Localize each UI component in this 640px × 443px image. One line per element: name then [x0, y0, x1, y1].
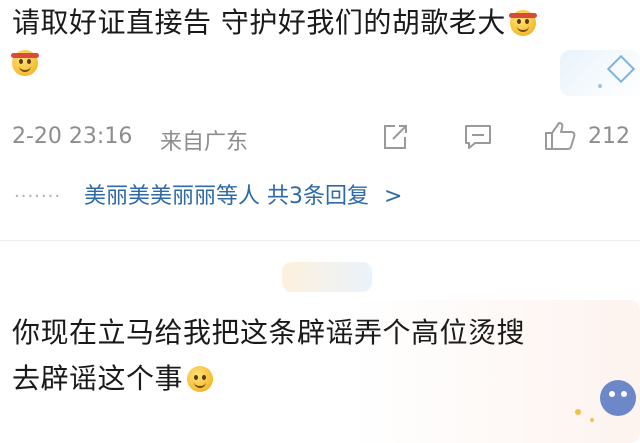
decorative-sticker	[560, 50, 640, 96]
comment-timestamp: 2-20 23:16	[12, 124, 133, 149]
comment-text-line2	[11, 50, 39, 76]
comment-text-line1: 请取好证直接告 守护好我们的胡歌老大	[12, 6, 537, 40]
replies-summary: 美丽美美丽丽等人 共3条回复	[84, 184, 369, 209]
comment2-text-line1: 你现在立马给我把这条辟谣弄个高位烫搜	[12, 316, 526, 349]
comment-source: 来自广东	[160, 130, 249, 155]
headband-smile-emoji-icon	[508, 10, 537, 36]
share-icon	[384, 125, 407, 149]
like-button[interactable]	[540, 118, 580, 154]
comment2-text-line2: 去辟谣这个事	[12, 362, 214, 396]
decorative-badge	[282, 262, 372, 292]
view-replies-link[interactable]: 美丽美美丽丽等人 共3条回复 >	[84, 178, 402, 210]
headband-smile-emoji-icon	[11, 50, 39, 76]
share-button[interactable]	[378, 120, 412, 154]
chevron-right-icon: >	[384, 184, 403, 209]
comment-button[interactable]	[460, 120, 496, 154]
comment-divider	[0, 240, 640, 241]
like-count: 212	[588, 124, 630, 149]
smile-emoji-icon	[187, 366, 214, 392]
thumbs-up-icon	[545, 122, 576, 150]
diamond-icon	[598, 54, 636, 88]
comment-icon	[465, 125, 491, 149]
cartoon-sticker-icon	[575, 380, 636, 422]
decorative-sticker	[548, 360, 640, 430]
comment-text: 去辟谣这个事	[12, 362, 184, 395]
comment-text: 请取好证直接告 守护好我们的胡歌老大	[12, 6, 506, 39]
reply-dots: ·······	[14, 186, 62, 207]
